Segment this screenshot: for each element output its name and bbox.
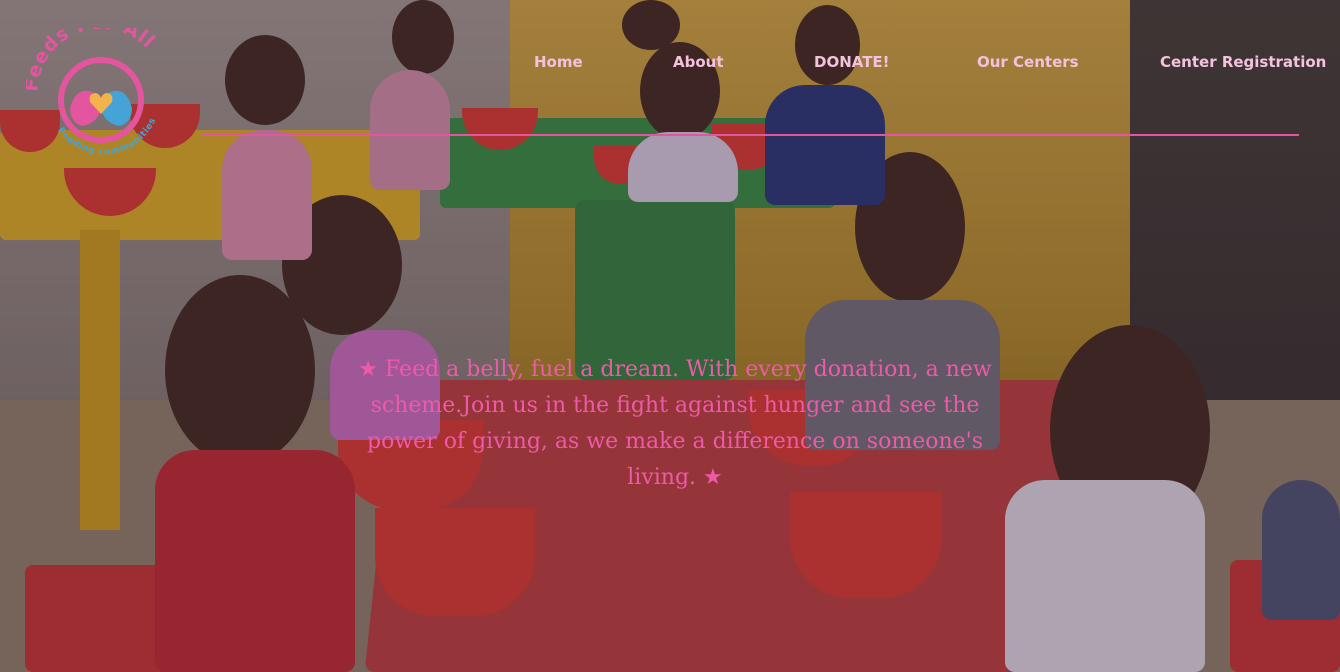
nav-about-link[interactable]: About <box>673 53 724 71</box>
nav-our-centers-link[interactable]: Our Centers <box>977 53 1079 71</box>
logo-emblem-icon: Feeds For All Feeding communities <box>20 11 158 157</box>
main-navigation: Home About DONATE! Our Centers Center Re… <box>202 40 1326 136</box>
nav-home-link[interactable]: Home <box>534 53 583 71</box>
nav-donate-link[interactable]: DONATE! <box>814 53 890 71</box>
feeds-for-all-logo[interactable]: Feeds For All Feeding communities <box>20 11 176 158</box>
nav-center-registration-link[interactable]: Center Registration <box>1160 53 1326 71</box>
hero-message: ★ Feed a belly, fuel a dream. With every… <box>358 357 992 490</box>
